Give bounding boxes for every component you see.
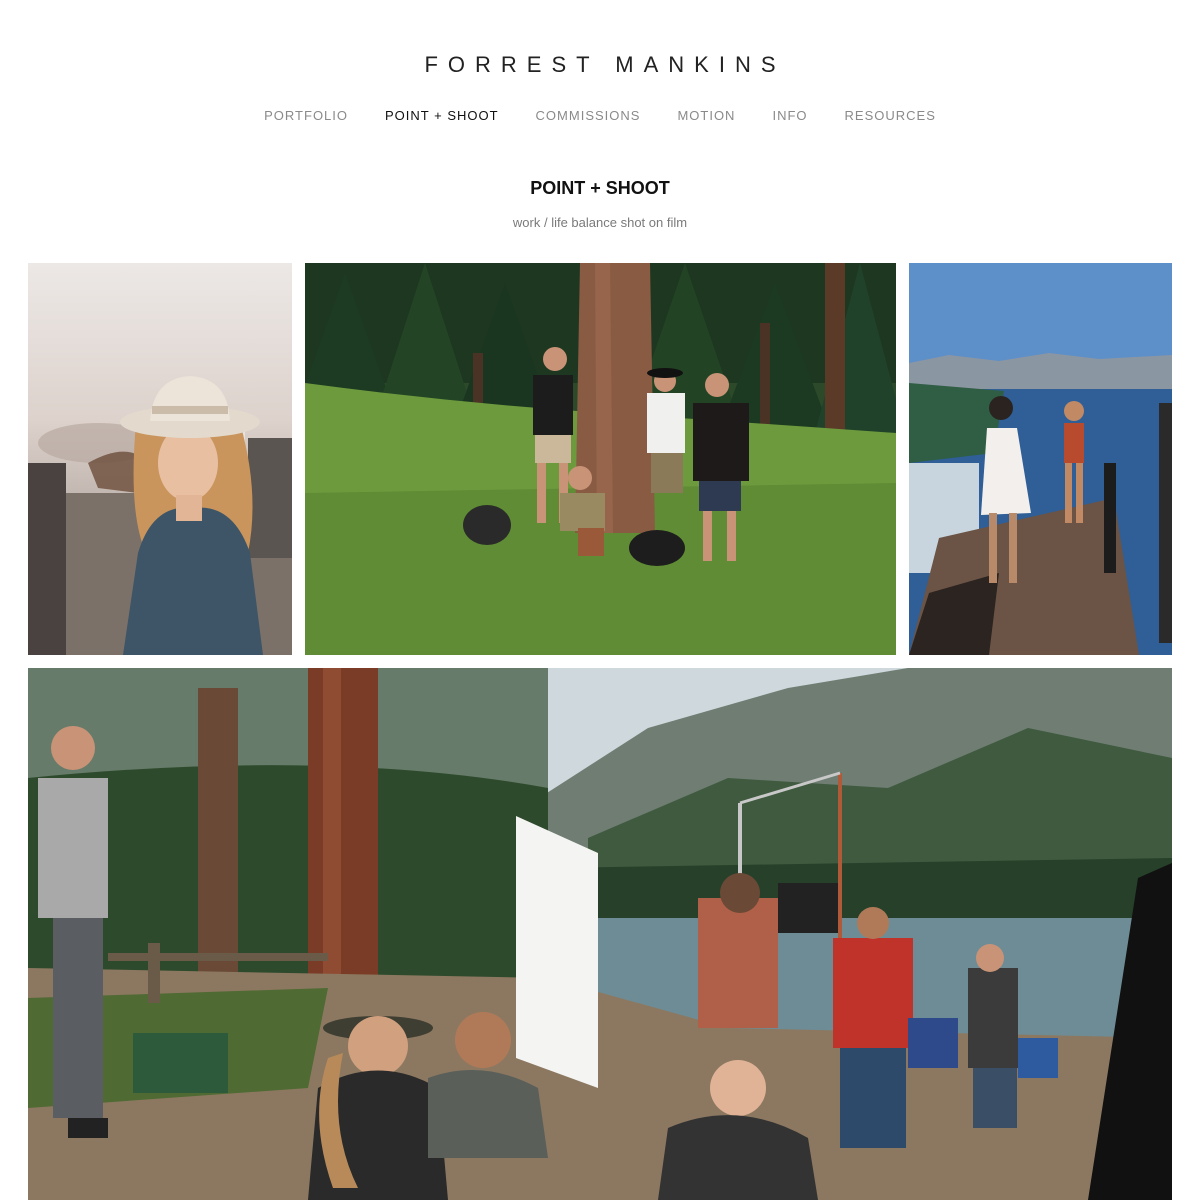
nav-portfolio[interactable]: PORTFOLIO: [264, 108, 348, 123]
page-subtitle: work / life balance shot on film: [512, 215, 688, 230]
main-nav: PORTFOLIO POINT + SHOOT COMMISSIONS MOTI…: [0, 108, 1200, 123]
nav-resources[interactable]: RESOURCES: [845, 108, 936, 123]
forest-group-image: [305, 263, 896, 655]
page-title: POINT + SHOOT: [530, 178, 670, 198]
ranch-portrait-image: [28, 263, 292, 655]
nav-info[interactable]: INFO: [772, 108, 807, 123]
gallery-photo-2[interactable]: [305, 263, 896, 655]
gallery-photo-3[interactable]: [909, 263, 1172, 655]
nav-commissions[interactable]: COMMISSIONS: [536, 108, 641, 123]
lake-dock-image: [909, 263, 1172, 655]
lakeshore-crew-image: [28, 668, 1172, 1200]
site-title[interactable]: FORREST MANKINS: [0, 52, 1200, 78]
nav-point-shoot[interactable]: POINT + SHOOT: [385, 108, 499, 123]
gallery-photo-1[interactable]: [28, 263, 292, 655]
nav-motion[interactable]: MOTION: [677, 108, 735, 123]
gallery-photo-4[interactable]: [28, 668, 1172, 1200]
